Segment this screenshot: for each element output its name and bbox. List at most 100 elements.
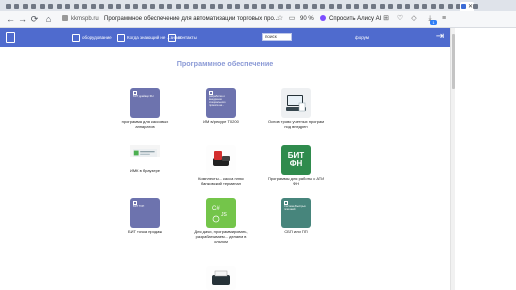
browser-tab[interactable] [200,2,208,11]
browser-tab[interactable] [191,2,199,11]
browser-tab[interactable] [174,2,182,11]
browser-tab[interactable] [149,2,157,11]
browser-tab[interactable] [387,2,395,11]
address-bar[interactable]: kkmspb.ru [62,14,99,25]
tile-caption: БИТ ТОП [133,205,145,208]
tile-accounting-programs[interactable]: Основ трово учетных програм под внедрен [266,88,326,130]
bookmarks-list-icon[interactable]: ▭ [288,15,296,23]
browser-toolbar: ← → ⟳ ⌂ kkmspb.ru Программное обеспечени… [0,11,516,28]
home-icon[interactable]: ⌂ [44,14,53,25]
browser-tab[interactable] [370,2,378,11]
browser-tab[interactable] [38,2,46,11]
tab-favicon-icon [379,4,385,9]
tab-favicon-icon [303,4,308,9]
tile-partial-printer[interactable] [191,266,251,290]
browser-tab[interactable] [217,2,225,11]
extensions-icon[interactable]: ⊞ [382,15,390,23]
browser-tab[interactable] [353,2,361,11]
browser-tab[interactable] [13,2,21,11]
zoom-level[interactable]: 90 % [300,14,314,25]
exit-icon[interactable]: ⇥ [434,31,446,43]
tile-register-terminal-kit[interactable]: Комплекты... касса плюс банковский терми… [191,145,251,187]
tile-dacha-programs[interactable]: C# JS Для дачи, программировать, разрабат… [191,198,251,244]
browser-tab[interactable] [140,2,148,11]
search-input[interactable]: поиск [262,33,292,41]
browser-tab[interactable] [310,2,318,11]
browser-tab[interactable] [89,2,97,11]
browser-tab[interactable] [472,2,480,11]
tile-bit-pos[interactable]: БИТ ТОП БИТ точка продаж [115,198,175,235]
browser-tab[interactable] [4,2,12,11]
alice-button[interactable]: Спросить Алису AI [320,14,381,25]
browser-tab[interactable] [327,2,335,11]
tile-cash-register-software[interactable]: БИТ драйвер ФН программа для кассовых ап… [115,88,175,130]
tile-bit-fn[interactable]: БИТ ФН Программы для работы с АТИ ФН [266,145,326,187]
browser-tab[interactable] [395,2,403,11]
browser-tab[interactable] [72,2,80,11]
browser-tab[interactable] [285,2,293,11]
browser-tab[interactable] [268,2,276,11]
browser-tab[interactable] [378,2,386,11]
bookmark-icon[interactable]: ☆ [276,15,284,23]
browser-tab[interactable] [132,2,140,11]
tab-favicon-icon [362,4,368,9]
tile-caption: БИТ ФН [287,151,305,168]
browser-tab[interactable] [276,2,284,11]
section-heading: Программное обеспечение [176,59,274,68]
browser-tab[interactable] [98,2,106,11]
browser-tab[interactable] [438,2,446,11]
tab-favicon-icon [226,4,232,9]
nav-equipment[interactable]: оборудование [72,32,112,43]
browser-tab[interactable] [336,2,344,11]
browser-tab[interactable] [166,2,174,11]
browser-tab[interactable] [319,2,327,11]
browser-tab[interactable] [344,2,352,11]
browser-tab[interactable] [421,2,429,11]
browser-tab[interactable] [234,2,242,11]
site-logo-icon[interactable] [6,32,15,43]
browser-tab[interactable] [225,2,233,11]
tile-image: Система Быстрых платежей [281,198,311,228]
browser-tab[interactable] [412,2,420,11]
browser-tab[interactable] [47,2,55,11]
browser-tab[interactable] [251,2,259,11]
tile-sbp[interactable]: Система Быстрых платежей СБП или ПП [266,198,326,235]
alice-label: Спросить Алису AI [329,16,382,22]
browser-tab[interactable] [64,2,72,11]
browser-tab[interactable] [81,2,89,11]
browser-tab[interactable] [429,2,437,11]
browser-tab[interactable] [106,2,114,11]
browser-tab[interactable] [259,2,267,11]
browser-tab[interactable] [183,2,191,11]
tab-favicon-icon [73,4,79,9]
forward-button[interactable]: → [18,14,27,25]
browser-tab[interactable] [55,2,63,11]
tab-favicon-icon [150,4,155,9]
browser-tab[interactable] [446,2,454,11]
browser-tab[interactable] [115,2,123,11]
reload-button[interactable]: ⟳ [30,14,39,25]
browser-tab[interactable] [30,2,38,11]
browser-tab[interactable] [157,2,165,11]
nav-contacts[interactable]: контакты [168,32,197,43]
tab-favicon-icon [5,4,11,9]
tab-favicon-icon [14,4,19,9]
browser-tab[interactable] [208,2,216,11]
collections-icon[interactable]: ♡ [396,15,404,23]
browser-tab[interactable] [21,2,29,11]
browser-tab[interactable] [123,2,131,11]
site-header: оборудование Когда знающий не ...знает к… [0,28,450,47]
tab-favicon-icon [413,4,419,9]
protect-icon[interactable]: ◇ [410,15,418,23]
tile-imk-browser[interactable]: ИМК в браузере [115,145,175,174]
forum-link[interactable]: форум [355,34,369,41]
browser-tab[interactable] [302,2,310,11]
back-button[interactable]: ← [6,14,15,25]
menu-icon[interactable]: ≡ [440,15,448,23]
browser-tab[interactable] [293,2,301,11]
browser-tab[interactable] [404,2,412,11]
browser-tab[interactable] [361,2,369,11]
tab-favicon-icon [447,4,453,9]
tile-development[interactable]: разработка и внедрение специального прое… [191,88,251,125]
browser-tab[interactable] [242,2,250,11]
